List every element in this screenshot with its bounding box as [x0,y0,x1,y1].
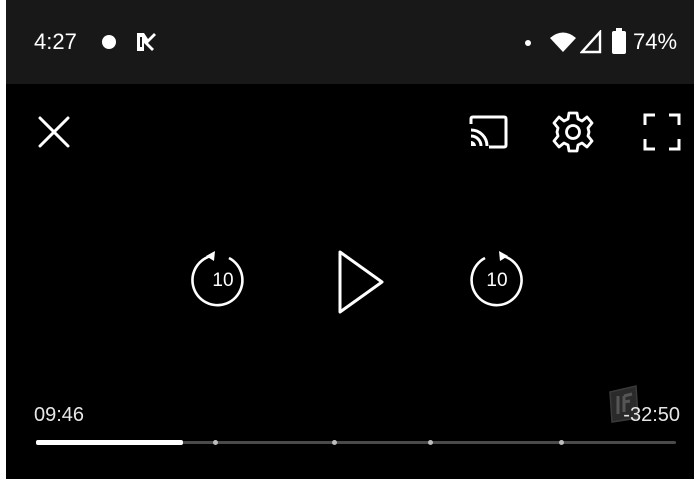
cast-button[interactable] [467,114,509,150]
progress-scrubber[interactable] [36,440,676,446]
close-button[interactable] [36,114,72,150]
rewind-10-button[interactable]: 10 [189,250,249,310]
chapter-marker [427,440,433,445]
video-player-screen: 4:27 74% 10 10 09:46 -32:50 [6,0,694,479]
app-notification-icon [137,33,156,51]
chapter-marker [558,440,564,445]
battery-percent: 74% [633,29,678,54]
notification-dot-icon [102,35,116,49]
fullscreen-icon [643,113,681,151]
status-bar: 4:27 74% [6,0,694,84]
wifi-icon [550,32,576,52]
elapsed-time: 09:46 [34,404,85,426]
forward-seconds-label: 10 [486,270,508,291]
gear-icon [552,111,594,153]
cast-icon [469,115,508,149]
battery-icon [612,28,626,54]
close-icon [38,116,70,148]
play-button[interactable] [332,246,386,318]
fullscreen-button[interactable] [642,112,682,152]
signal-icon [580,30,602,54]
play-icon [338,250,384,314]
status-time: 4:27 [34,29,77,54]
forward-10-button[interactable]: 10 [465,250,525,310]
chapter-marker [213,440,219,445]
progress-fill [36,440,184,445]
rewind-seconds-label: 10 [212,270,234,291]
settings-button[interactable] [551,110,595,154]
status-small-dot-icon [525,40,531,46]
remaining-time: -32:50 [623,404,680,426]
chapter-marker [331,440,337,445]
